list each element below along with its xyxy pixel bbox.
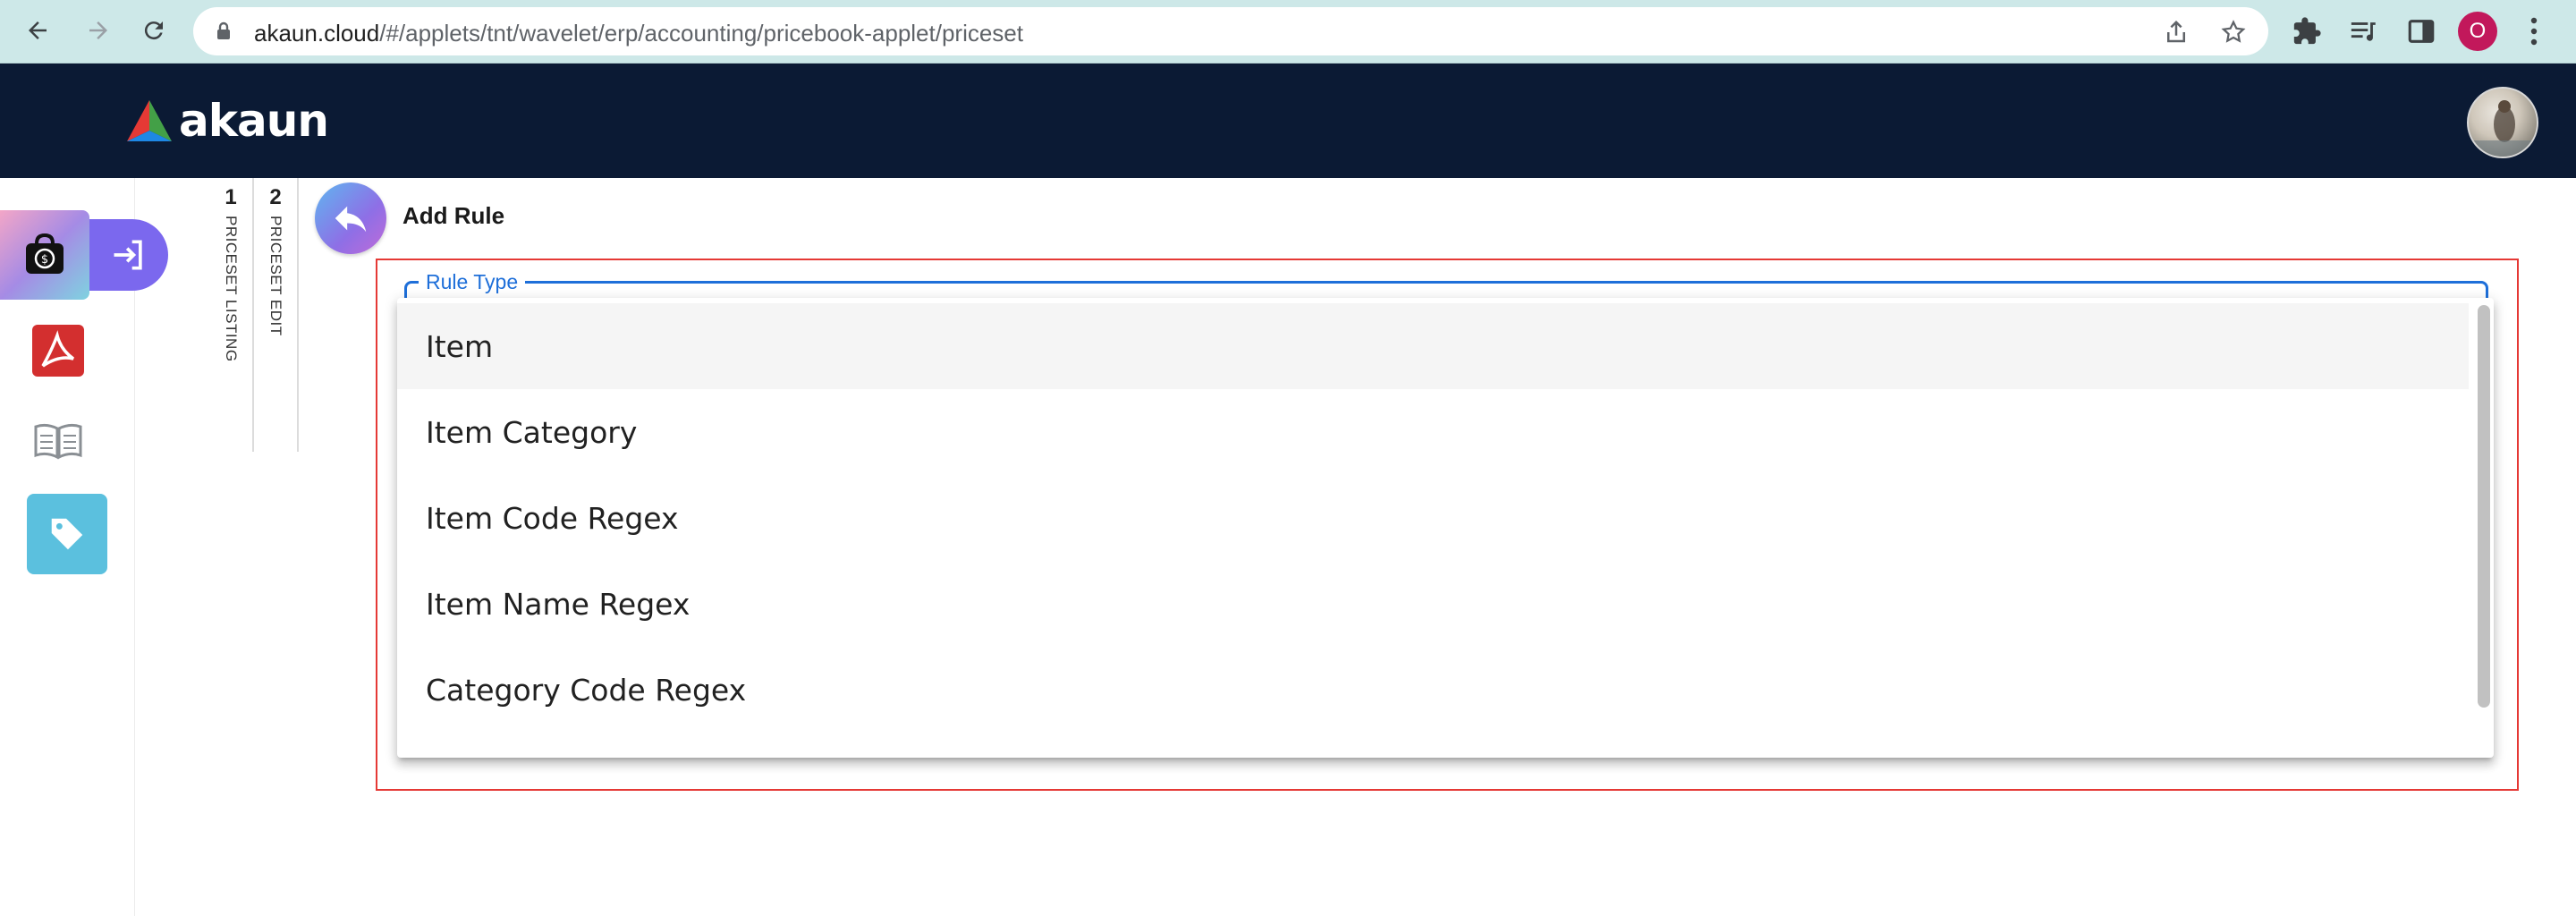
page-title: Add Rule <box>402 202 505 229</box>
tab-label: PRICESET EDIT <box>267 216 284 336</box>
svg-text:$: $ <box>41 253 48 267</box>
rule-type-dropdown-panel: Item Item Category Item Code Regex Item … <box>397 298 2494 758</box>
akaun-logo[interactable]: akaun <box>125 95 329 147</box>
lock-icon[interactable] <box>213 21 234 42</box>
money-bag-icon: $ <box>26 233 64 274</box>
extensions-puzzle-icon[interactable] <box>2292 16 2322 47</box>
tab-number: 1 <box>225 185 237 209</box>
option-category-code-regex[interactable]: Category Code Regex <box>397 647 2469 733</box>
option-item-category[interactable]: Item Category <box>397 389 2469 475</box>
url-text[interactable]: akaun.cloud/#/applets/tnt/wavelet/erp/ac… <box>254 20 1023 47</box>
reply-arrow-icon <box>335 206 367 233</box>
forward-arrow-icon[interactable] <box>80 13 116 48</box>
akaun-logo-mark-icon <box>127 100 172 141</box>
tab-priceset-edit[interactable]: 2 PRICESET EDIT <box>254 178 299 452</box>
more-vert-icon[interactable] <box>2529 16 2538 47</box>
avatar-photo-icon <box>2469 100 2537 157</box>
sidebar-item-book[interactable] <box>30 412 86 468</box>
browser-profile-avatar[interactable]: O <box>2458 12 2497 51</box>
app-header: akaun <box>0 64 2576 178</box>
tab-priceset-listing[interactable]: 1 PRICESET LISTING <box>209 178 254 452</box>
user-avatar[interactable] <box>2467 87 2538 158</box>
book-open-icon <box>34 423 82 460</box>
sidebar-item-pricebook[interactable] <box>27 494 107 574</box>
back-arrow-icon[interactable] <box>20 13 55 48</box>
logo-text: akaun <box>179 95 329 147</box>
back-button[interactable] <box>315 182 386 254</box>
option-item[interactable]: Item <box>397 303 2469 389</box>
sidebar-item-pdf[interactable] <box>30 323 86 378</box>
sidebar-login-button[interactable] <box>89 219 168 291</box>
reload-icon[interactable] <box>136 13 172 48</box>
price-tag-icon <box>51 518 83 550</box>
tab-number: 2 <box>269 185 282 209</box>
side-panel-icon[interactable] <box>2406 16 2436 47</box>
browser-toolbar: akaun.cloud/#/applets/tnt/wavelet/erp/ac… <box>0 0 2576 64</box>
pdf-icon <box>32 325 84 377</box>
option-item-name-regex[interactable]: Item Name Regex <box>397 561 2469 647</box>
option-item-code-regex[interactable]: Item Code Regex <box>397 475 2469 561</box>
bookmark-star-icon[interactable] <box>2220 19 2247 46</box>
rule-type-label: Rule Type <box>419 270 526 294</box>
share-icon[interactable] <box>2163 19 2190 46</box>
media-queue-icon[interactable] <box>2349 16 2379 47</box>
tab-label: PRICESET LISTING <box>223 216 240 362</box>
address-bar[interactable]: akaun.cloud/#/applets/tnt/wavelet/erp/ac… <box>193 7 2268 55</box>
login-arrow-icon <box>114 240 142 270</box>
left-sidebar: $ <box>0 178 168 916</box>
dropdown-scrollbar[interactable] <box>2478 305 2490 751</box>
sidebar-item-wallet[interactable]: $ <box>0 210 89 300</box>
dropdown-scroll-thumb[interactable] <box>2478 305 2490 708</box>
